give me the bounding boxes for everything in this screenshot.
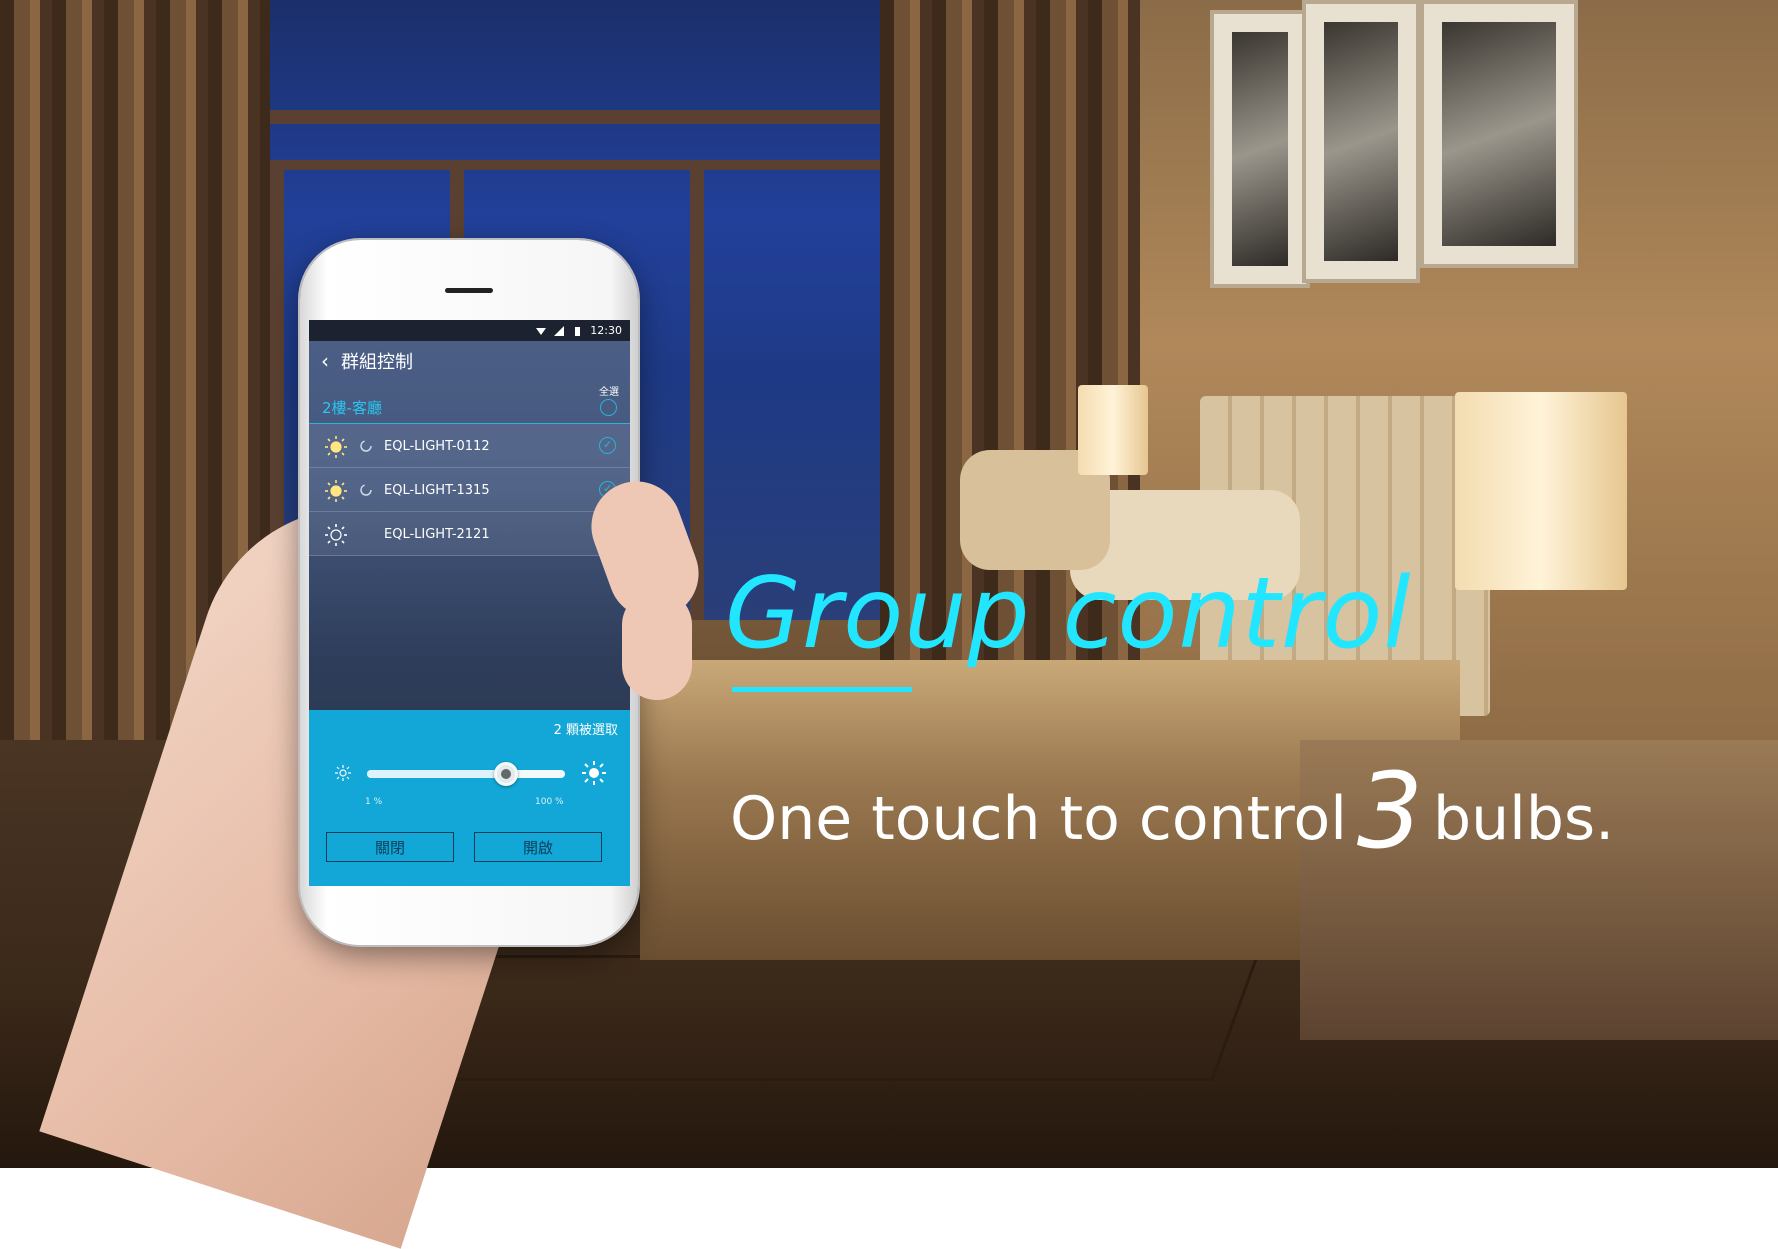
brightness-slider[interactable] xyxy=(367,762,565,786)
group-header: 2樓-客廳 全選 xyxy=(309,381,630,424)
status-time: 12:30 xyxy=(590,324,622,337)
subline-before: One touch to control xyxy=(730,784,1347,854)
on-button[interactable]: 開啟 xyxy=(474,832,602,862)
finger xyxy=(622,590,692,700)
device-name: EQL-LIGHT-1315 xyxy=(384,483,490,498)
device-name: EQL-LIGHT-0112 xyxy=(384,439,490,454)
bulb-off-icon xyxy=(325,524,347,546)
slider-max-label: 100 % xyxy=(535,797,564,807)
page-title: 群組控制 xyxy=(341,352,413,373)
subline-after: bulbs. xyxy=(1433,784,1615,854)
phone-speaker xyxy=(445,288,493,293)
picture-frame xyxy=(1302,0,1420,283)
selected-count: 2 顆被選取 xyxy=(553,723,618,738)
bulb-on-icon xyxy=(325,480,347,502)
signal-icon xyxy=(554,325,565,336)
loading-spinner-icon xyxy=(360,484,372,496)
chevron-left-icon[interactable]: ‹ xyxy=(321,351,329,371)
picture-frame xyxy=(1420,0,1578,268)
device-checkbox[interactable]: ✓ xyxy=(599,437,616,454)
check-icon: ✓ xyxy=(603,438,613,451)
slider-fill xyxy=(367,770,506,778)
dim-sun-icon xyxy=(335,765,351,781)
select-all-label: 全選 xyxy=(599,387,619,398)
slider-min-label: 1 % xyxy=(365,797,383,807)
picture-frame xyxy=(1210,10,1310,288)
headline: Group control xyxy=(725,557,1412,671)
device-row[interactable]: EQL-LIGHT-0112 ✓ xyxy=(309,424,630,468)
bulb-on-icon xyxy=(325,436,347,458)
loading-spinner-icon xyxy=(360,440,372,452)
lamp xyxy=(1455,392,1627,590)
app-bar: ‹ 群組控制 xyxy=(309,341,630,381)
wifi-icon xyxy=(536,327,547,335)
group-name: 2樓-客廳 xyxy=(322,399,382,417)
control-panel: 2 顆被選取 1 % 100 % 關閉 開啟 xyxy=(309,710,630,886)
subline: One touch to control3 bulbs. xyxy=(730,750,1614,872)
headline-underline xyxy=(732,687,912,692)
device-row[interactable]: EQL-LIGHT-1315 ✓ xyxy=(309,468,630,512)
select-all-checkbox[interactable] xyxy=(600,399,617,416)
off-button[interactable]: 關閉 xyxy=(326,832,454,862)
bright-sun-icon xyxy=(582,761,606,785)
device-row[interactable]: EQL-LIGHT-2121 xyxy=(309,512,630,556)
slider-knob[interactable] xyxy=(493,762,518,786)
phone: 12:30 ‹ 群組控制 2樓-客廳 全選 EQL-LIGHT-0112 ✓ EQL… xyxy=(300,240,638,945)
app-screen: 12:30 ‹ 群組控制 2樓-客廳 全選 EQL-LIGHT-0112 ✓ EQL… xyxy=(309,320,630,886)
subline-number: 3 xyxy=(1356,750,1424,872)
battery-icon xyxy=(575,326,581,336)
device-list: EQL-LIGHT-0112 ✓ EQL-LIGHT-1315 ✓ EQL-LIGHT-… xyxy=(309,424,630,556)
device-name: EQL-LIGHT-2121 xyxy=(384,527,490,542)
lamp xyxy=(1078,385,1148,475)
status-bar: 12:30 xyxy=(309,320,630,341)
